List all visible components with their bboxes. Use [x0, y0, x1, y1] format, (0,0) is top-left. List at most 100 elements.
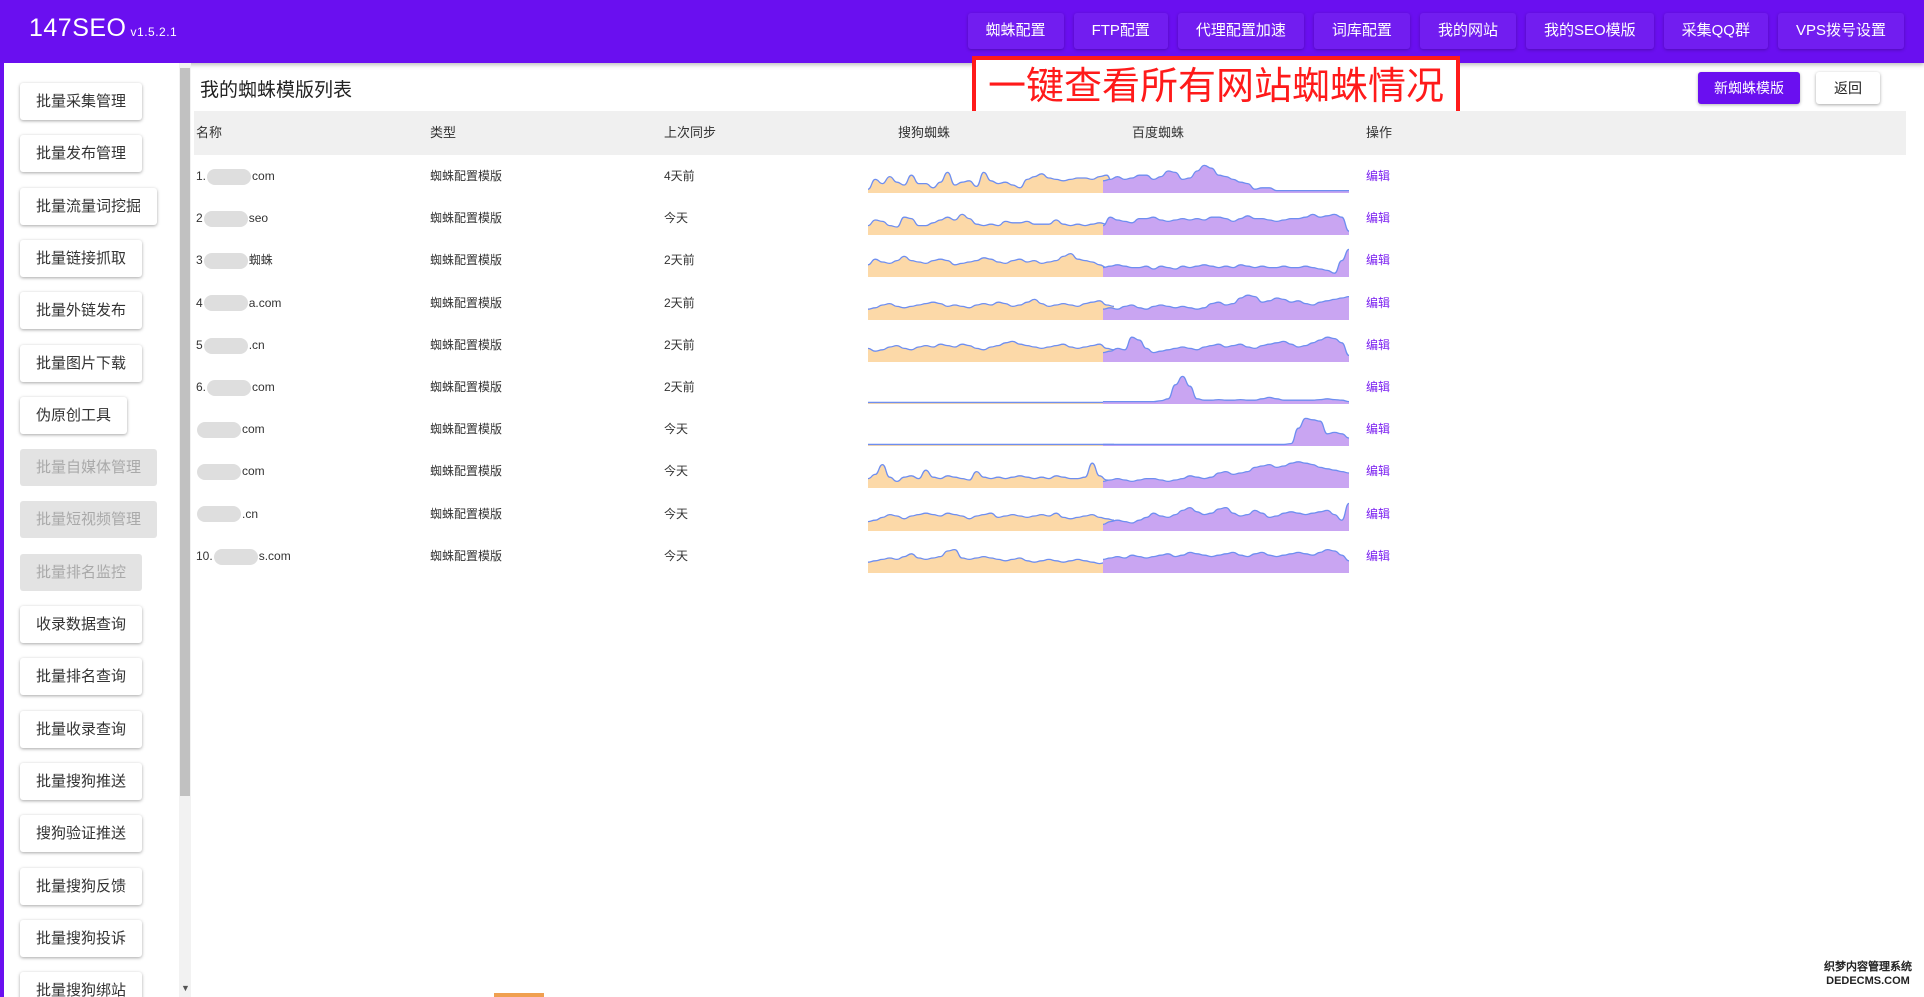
- sogou-spider-chart: [868, 298, 1114, 320]
- edit-link[interactable]: 编辑: [1366, 239, 1390, 281]
- edit-link[interactable]: 编辑: [1366, 282, 1390, 324]
- watermark-line-2: DEDECMS.COM: [1826, 975, 1910, 987]
- redacted-site-name: [213, 548, 258, 565]
- redacted-site-name: [197, 506, 241, 523]
- baidu-spider-chart: [1103, 461, 1349, 489]
- table-row: 4 a.com 蜘蛛配置模版 2天前 编辑: [194, 282, 1906, 324]
- redacted-site-name: [203, 253, 248, 270]
- table-row: 3 蜘蛛 蜘蛛配置模版 2天前 编辑: [194, 239, 1906, 281]
- table-row: 2 seo 蜘蛛配置模版 今天 编辑: [194, 197, 1906, 239]
- nav-item-4[interactable]: 我的网站: [1419, 13, 1516, 49]
- edit-link[interactable]: 编辑: [1366, 324, 1390, 366]
- nav-item-6[interactable]: 采集QQ群: [1663, 13, 1768, 49]
- site-name-prefix: 3: [196, 253, 203, 268]
- sogou-spider-chart: [868, 401, 1114, 404]
- redacted-site-name: [203, 211, 248, 228]
- baidu-spider-chart: [1103, 213, 1349, 236]
- sidebar-item-4[interactable]: 批量外链发布: [20, 292, 143, 330]
- site-name-prefix: 4: [196, 295, 203, 310]
- sidebar-item-5[interactable]: 批量图片下载: [20, 344, 143, 382]
- baidu-spider-chart: [1103, 502, 1349, 531]
- edit-link[interactable]: 编辑: [1366, 155, 1390, 197]
- sidebar-item-0[interactable]: 批量采集管理: [20, 83, 143, 120]
- site-name-cell: com: [196, 408, 265, 450]
- last-sync-cell: 2天前: [664, 380, 695, 394]
- site-name-suffix: com: [242, 422, 265, 437]
- edit-link[interactable]: 编辑: [1366, 366, 1390, 408]
- redacted-site-name: [207, 379, 252, 396]
- template-type-cell: 蜘蛛配置模版: [430, 548, 503, 563]
- template-type-cell: 蜘蛛配置模版: [430, 464, 503, 479]
- sidebar-item-17[interactable]: 批量搜狗绑站: [20, 972, 143, 997]
- site-name-cell: 10. s.com: [196, 535, 291, 577]
- sidebar-item-8[interactable]: 批量短视频管理: [20, 501, 158, 539]
- sogou-spider-chart: [868, 443, 1114, 447]
- table-row: 6. com 蜘蛛配置模版 2天前 编辑: [194, 366, 1906, 408]
- redacted-site-name: [203, 295, 248, 312]
- sogou-spider-chart-area: [868, 549, 1114, 573]
- edit-link[interactable]: 编辑: [1366, 493, 1390, 535]
- site-name-cell: com: [196, 450, 265, 492]
- sogou-spider-chart: [868, 340, 1114, 362]
- nav-item-7[interactable]: VPS拨号设置: [1777, 13, 1904, 49]
- baidu-spider-chart-area: [1103, 549, 1349, 573]
- column-header-baidu-spider: 百度蜘蛛: [1132, 125, 1185, 140]
- watermark-logo: 织梦内容管理系统 DEDECMS.COM: [1812, 960, 1924, 990]
- site-name-suffix: 蜘蛛: [248, 253, 273, 268]
- sidebar-item-6[interactable]: 伪原创工具: [20, 396, 128, 434]
- last-sync-cell: 今天: [664, 211, 689, 226]
- template-type-cell: 蜘蛛配置模版: [430, 253, 503, 268]
- redacted-site-name: [203, 337, 248, 354]
- sidebar-item-16[interactable]: 批量搜狗投诉: [20, 919, 143, 957]
- app-version: v1.5.2.1: [130, 25, 178, 39]
- baidu-spider-chart-line: [1103, 375, 1349, 403]
- sidebar-item-12[interactable]: 批量收录查询: [20, 710, 143, 748]
- sidebar-item-9[interactable]: 批量排名监控: [20, 553, 143, 591]
- back-button[interactable]: 返回: [1816, 72, 1880, 104]
- column-header-last-sync: 上次同步: [664, 125, 717, 140]
- site-name-prefix: 5: [196, 337, 203, 352]
- sidebar-item-10[interactable]: 收录数据查询: [20, 606, 143, 643]
- page-title: 我的蜘蛛模版列表: [200, 80, 353, 101]
- nav-item-5[interactable]: 我的SEO模版: [1525, 13, 1654, 49]
- template-type-cell: 蜘蛛配置模版: [430, 422, 503, 437]
- sidebar-item-11[interactable]: 批量排名查询: [20, 658, 143, 696]
- nav-item-0[interactable]: 蜘蛛配置: [967, 13, 1064, 49]
- sidebar-scrollbar-thumb[interactable]: [180, 68, 190, 796]
- edit-link[interactable]: 编辑: [1366, 408, 1390, 450]
- baidu-spider-chart-area: [1103, 249, 1349, 278]
- sidebar-item-1[interactable]: 批量发布管理: [20, 135, 143, 173]
- bottom-indicator: [494, 993, 544, 997]
- site-name-cell: 6. com: [196, 366, 275, 408]
- nav-item-3[interactable]: 词库配置: [1313, 13, 1410, 49]
- nav-item-2[interactable]: 代理配置加速: [1177, 13, 1304, 49]
- edit-link[interactable]: 编辑: [1366, 535, 1390, 577]
- site-name-prefix: 1.: [196, 169, 207, 183]
- sidebar-item-3[interactable]: 批量链接抓取: [20, 239, 143, 277]
- table-row: com 蜘蛛配置模版 今天 编辑: [194, 408, 1906, 450]
- scroll-down-icon[interactable]: ▼: [181, 983, 190, 993]
- site-name-suffix: .cn: [242, 506, 259, 521]
- baidu-spider-chart-area: [1103, 214, 1349, 236]
- sogou-spider-chart: [868, 171, 1114, 193]
- sogou-spider-chart-area: [868, 298, 1114, 320]
- template-type-cell: 蜘蛛配置模版: [430, 295, 503, 310]
- sidebar-item-7[interactable]: 批量自媒体管理: [20, 449, 158, 487]
- sidebar-item-2[interactable]: 批量流量词挖掘: [20, 187, 158, 225]
- sidebar-item-13[interactable]: 批量搜狗推送: [20, 762, 143, 800]
- sogou-spider-chart: [868, 512, 1114, 531]
- edit-link[interactable]: 编辑: [1366, 197, 1390, 239]
- site-name-suffix: com: [242, 464, 265, 479]
- main-content: 我的蜘蛛模版列表 一键查看所有网站蜘蛛情况 新蜘蛛模版 返回 名称 类型 上次同…: [194, 56, 1906, 997]
- site-name-suffix: com: [252, 169, 275, 183]
- site-name-cell: 2 seo: [196, 197, 268, 239]
- last-sync-cell: 今天: [664, 506, 689, 521]
- nav-item-1[interactable]: FTP配置: [1073, 13, 1168, 49]
- new-spider-template-button[interactable]: 新蜘蛛模版: [1698, 72, 1800, 104]
- sidebar-item-15[interactable]: 批量搜狗反馈: [20, 867, 143, 905]
- template-type-cell: 蜘蛛配置模版: [430, 506, 503, 521]
- last-sync-cell: 2天前: [664, 253, 695, 268]
- sidebar-item-14[interactable]: 搜狗验证推送: [20, 815, 143, 853]
- edit-link[interactable]: 编辑: [1366, 450, 1390, 492]
- column-header-sogou-spider: 搜狗蜘蛛: [898, 125, 951, 140]
